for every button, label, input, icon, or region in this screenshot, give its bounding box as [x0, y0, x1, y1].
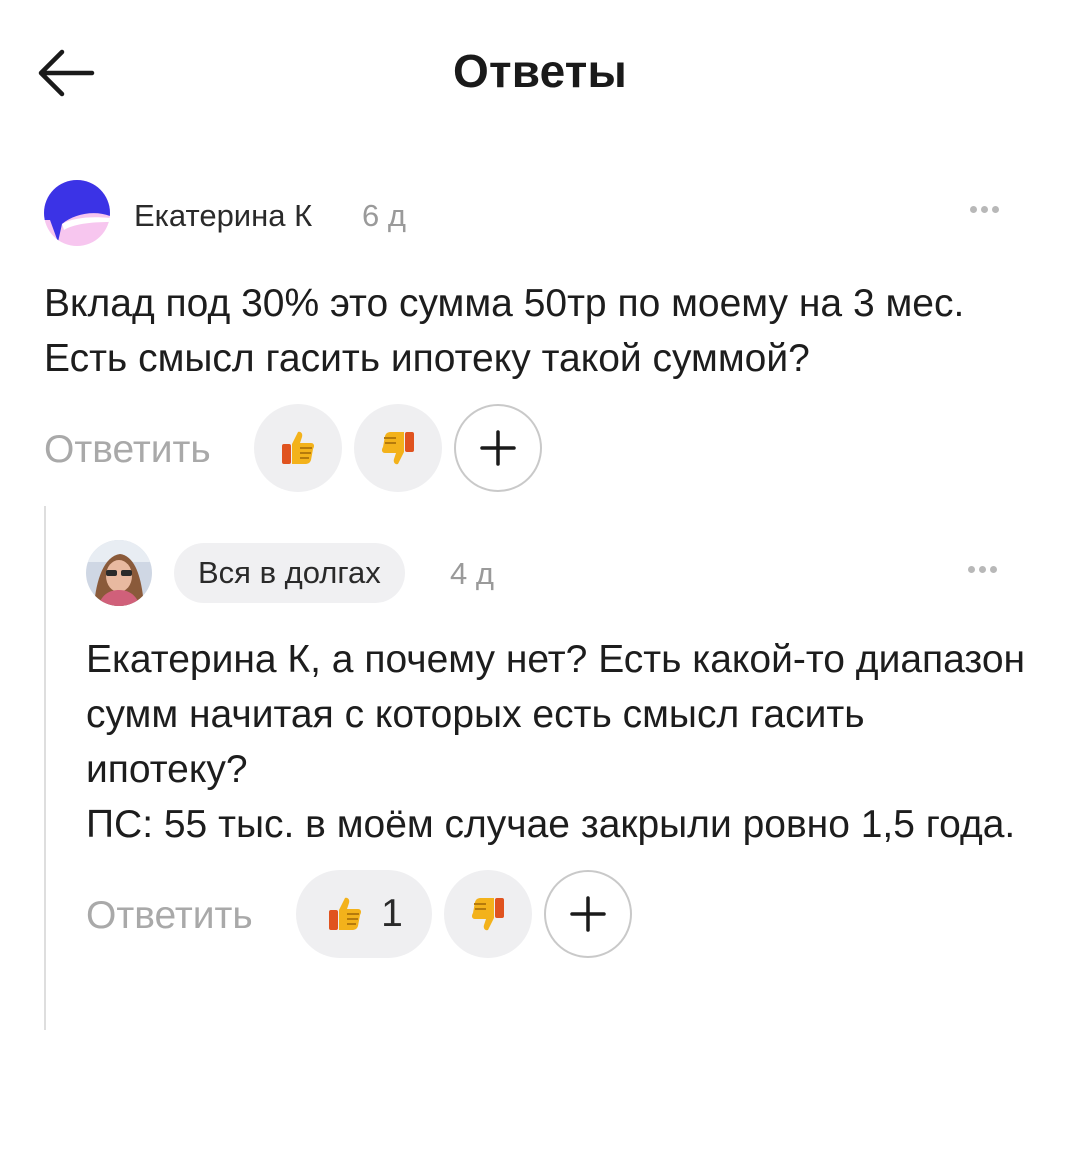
thread-line	[44, 506, 46, 1030]
reply-button[interactable]: Ответить	[86, 894, 253, 938]
comment-actions: Ответить	[44, 404, 1044, 496]
comment-reply: Вся в долгах 4 д Екатерина К, а почему н…	[86, 540, 1046, 962]
dislike-button[interactable]	[354, 404, 442, 492]
comment-meta: Екатерина К 6 д	[44, 180, 1044, 250]
author-name[interactable]: Вся в долгах	[174, 543, 405, 603]
thumbs-down-icon	[471, 898, 504, 931]
plus-icon	[570, 896, 606, 932]
more-dots-icon[interactable]	[968, 194, 1012, 224]
comment-actions: Ответить 1	[86, 870, 1046, 962]
avatar[interactable]	[86, 540, 152, 606]
thumbs-up-icon	[329, 897, 362, 930]
more-dots-icon[interactable]	[966, 554, 1010, 584]
thumbs-up-icon	[282, 431, 315, 464]
dislike-button[interactable]	[444, 870, 532, 958]
like-button[interactable]: 1	[296, 870, 432, 958]
page-title: Ответы	[453, 45, 627, 97]
comment: Екатерина К 6 д Вклад под 30% это сумма …	[44, 180, 1044, 496]
thumbs-down-icon	[381, 432, 414, 465]
comment-text: Вклад под 30% это сумма 50тр по моему на…	[44, 282, 965, 380]
comment-text: Екатерина К, а почему нет? Есть какой-то…	[86, 638, 1026, 846]
avatar[interactable]	[44, 180, 110, 246]
reply-button[interactable]: Ответить	[44, 428, 211, 472]
header: Ответы	[0, 0, 1080, 150]
comment-time: 4 д	[450, 556, 494, 591]
author-name[interactable]: Екатерина К	[134, 198, 312, 234]
comment-time: 6 д	[362, 198, 406, 233]
like-count: 1	[381, 892, 403, 935]
plus-icon	[480, 430, 516, 466]
like-button[interactable]	[254, 404, 342, 492]
add-reaction-button[interactable]	[544, 870, 632, 958]
add-reaction-button[interactable]	[454, 404, 542, 492]
comment-meta: Вся в долгах 4 д	[86, 540, 1046, 610]
